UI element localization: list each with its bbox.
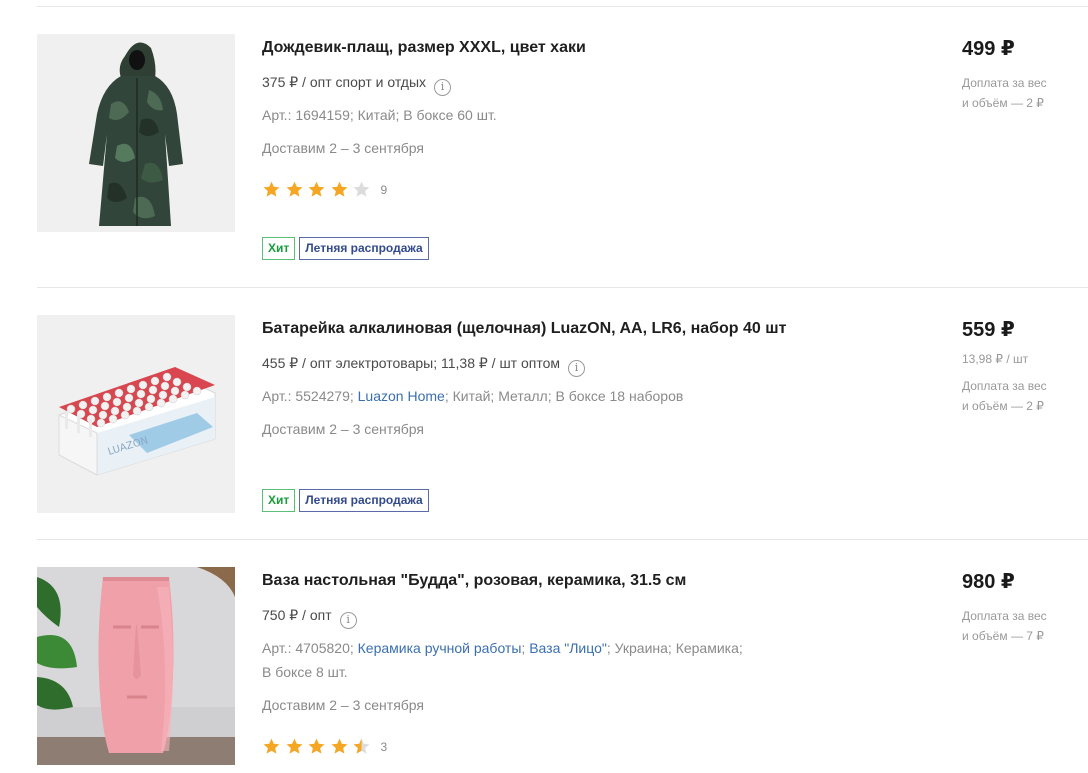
unit-price: 13,98 ₽ / шт — [962, 352, 1029, 366]
info-icon[interactable]: i — [568, 360, 586, 377]
star-icon — [331, 181, 347, 197]
country: Китай; — [357, 107, 400, 123]
delivery-date: Доставим 2 – 3 сентября — [262, 697, 425, 713]
surcharge-line: Доплата за вес — [962, 379, 1047, 393]
meta-rest: ; Украина; Керамика; — [606, 640, 743, 656]
product-image-batteries[interactable]: LUAZON — [37, 315, 235, 513]
wholesale-price-text: 750 ₽ / опт — [262, 607, 332, 623]
meta-sep: ; — [521, 640, 526, 656]
price-column: 980 ₽ Доплата за вес и объём — 7 ₽ — [962, 570, 1082, 643]
product-meta: Арт.: 1694159; Китай; В боксе 60 шт. — [262, 106, 497, 124]
article-number: Арт.: 1694159; — [262, 107, 354, 123]
star-icon — [286, 738, 302, 754]
product-title[interactable]: Батарейка алкалиновая (щелочная) LuazON,… — [262, 319, 882, 339]
star-icon — [263, 738, 280, 754]
star-icon — [286, 181, 302, 197]
hit-badge: Хит — [262, 237, 296, 260]
brand-link[interactable]: Luazon Home — [358, 388, 445, 404]
article-number: Арт.: 5524279; — [262, 388, 354, 404]
product-image-raincoat[interactable] — [37, 34, 235, 232]
wholesale-price: 750 ₽ / опт i — [262, 606, 357, 629]
star-icon — [353, 738, 370, 754]
surcharge-note: Доплата за вес и объём — 2 ₽ — [962, 376, 1047, 416]
rating-stars[interactable]: 3 — [262, 737, 387, 756]
surcharge-line: и объём — 7 ₽ — [962, 629, 1044, 643]
surcharge-line: и объём — 2 ₽ — [962, 96, 1044, 110]
badges: Хит Летняя распродажа — [262, 237, 433, 260]
surcharge-note: Доплата за вес и объём — 7 ₽ — [962, 606, 1047, 646]
badges: Хит Летняя распродажа — [262, 489, 433, 512]
surcharge-line: и объём — 2 ₽ — [962, 399, 1044, 413]
product-info: Дождевик-плащ, размер XXXL, цвет хаки 37… — [262, 38, 882, 260]
price: 980 ₽ — [962, 571, 1015, 593]
star-icon — [263, 181, 280, 197]
surcharge-line: Доплата за вес — [962, 609, 1047, 623]
product-meta: Арт.: 4705820; Керамика ручной работы; В… — [262, 639, 743, 657]
product-title[interactable]: Дождевик-плащ, размер XXXL, цвет хаки — [262, 38, 882, 58]
delivery-date: Доставим 2 – 3 сентября — [262, 140, 425, 156]
star-icon — [308, 181, 325, 197]
article-number: Арт.: 4705820; — [262, 640, 354, 656]
product-title[interactable]: Ваза настольная "Будда", розовая, керами… — [262, 571, 882, 591]
divider — [37, 6, 1088, 7]
price-column: 499 ₽ Доплата за вес и объём — 2 ₽ — [962, 37, 1082, 110]
rating-count[interactable]: 3 — [381, 740, 388, 754]
wholesale-price: 455 ₽ / опт электротовары; 11,38 ₽ / шт … — [262, 354, 586, 377]
rating-stars[interactable]: 9 — [262, 180, 387, 199]
rating-count[interactable]: 9 — [381, 183, 388, 197]
product-info: Батарейка алкалиновая (щелочная) LuazON,… — [262, 319, 882, 512]
info-icon[interactable]: i — [339, 612, 357, 629]
star-icon — [331, 738, 347, 754]
wholesale-price-text: 455 ₽ / опт электротовары; 11,38 ₽ / шт … — [262, 355, 561, 371]
price: 559 ₽ — [962, 319, 1015, 341]
box-quantity: В боксе 8 шт. — [262, 664, 348, 680]
divider — [37, 287, 1088, 288]
series-link[interactable]: Ваза "Лицо" — [529, 640, 607, 656]
category-link[interactable]: Керамика ручной работы — [358, 640, 522, 656]
info-icon[interactable]: i — [434, 79, 452, 96]
star-icon — [308, 738, 325, 754]
summer-sale-badge[interactable]: Летняя распродажа — [299, 237, 429, 260]
meta-rest: ; Китай; Металл; В боксе 18 наборов — [444, 388, 684, 404]
price: 499 ₽ — [962, 38, 1015, 60]
price-column: 559 ₽ 13,98 ₽ / шт Доплата за вес и объё… — [962, 318, 1082, 413]
wholesale-price-text: 375 ₽ / опт спорт и отдых — [262, 74, 427, 90]
surcharge-note: Доплата за вес и объём — 2 ₽ — [962, 73, 1047, 113]
product-info: Ваза настольная "Будда", розовая, керами… — [262, 571, 882, 754]
product-meta: Арт.: 5524279; Luazon Home; Китай; Метал… — [262, 387, 683, 405]
hit-badge: Хит — [262, 489, 296, 512]
surcharge-line: Доплата за вес — [962, 76, 1047, 90]
wholesale-price: 375 ₽ / опт спорт и отдых i — [262, 73, 452, 96]
delivery-date: Доставим 2 – 3 сентября — [262, 421, 425, 437]
summer-sale-badge[interactable]: Летняя распродажа — [299, 489, 429, 512]
star-icon — [353, 181, 370, 197]
box-quantity: В боксе 60 шт. — [403, 107, 497, 123]
product-image-vase[interactable] — [37, 567, 235, 765]
divider — [37, 539, 1088, 540]
